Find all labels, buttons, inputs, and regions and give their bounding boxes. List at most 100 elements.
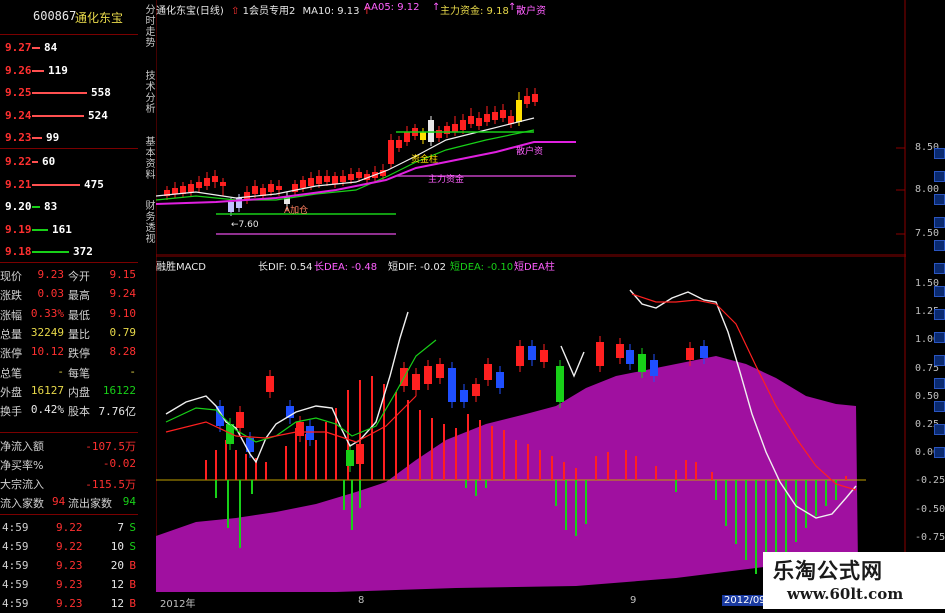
stat-value: 9.23 bbox=[37, 268, 65, 281]
order-price: 9.27 bbox=[5, 41, 32, 54]
watermark-url: www.60lt.com bbox=[787, 585, 904, 603]
price-annotation: A加仓 bbox=[284, 204, 308, 216]
order-book-buy-row[interactable]: 9.21 475 bbox=[0, 175, 138, 194]
axis-tool-button[interactable] bbox=[934, 171, 945, 182]
candle-body bbox=[396, 140, 402, 148]
order-book-sell-row[interactable]: 9.24 524 bbox=[0, 106, 138, 125]
order-book-buy-row[interactable]: 9.18 372 bbox=[0, 242, 138, 261]
axis-tool-button[interactable] bbox=[934, 332, 945, 343]
tick-row[interactable]: 4:59 9.22 10 S bbox=[0, 537, 138, 556]
macd-candle-body bbox=[448, 368, 456, 402]
price-title-arrow: ⇧ bbox=[231, 6, 240, 17]
watermark-title: 乐淘公式网 bbox=[773, 559, 883, 583]
tick-side: B bbox=[129, 559, 136, 572]
order-book-sell-row[interactable]: 9.27 84 bbox=[0, 38, 138, 57]
macd-candle-body bbox=[596, 342, 604, 366]
candle-body bbox=[340, 176, 346, 182]
area-fill bbox=[156, 356, 858, 592]
macd-axis-label: -0.25 bbox=[915, 475, 945, 487]
order-book-sell-row[interactable]: 9.26 119 bbox=[0, 61, 138, 80]
tick-volume: 12 bbox=[110, 597, 124, 610]
price-title-aa05: AA05: 9.12 bbox=[364, 2, 420, 13]
order-book-sell-row[interactable]: 9.25 558 bbox=[0, 83, 138, 102]
candle-body bbox=[404, 132, 410, 142]
candle-body bbox=[300, 180, 306, 188]
macd-candle-body bbox=[484, 364, 492, 380]
axis-tool-button[interactable] bbox=[934, 309, 945, 320]
macd-title-short-dif: 短DIF: -0.02 bbox=[388, 262, 447, 273]
flow-row: 净买率% -0.02 bbox=[0, 455, 138, 474]
tab-basic-info[interactable]: 基本资料 bbox=[140, 136, 154, 196]
tick-time: 4:59 bbox=[2, 559, 29, 572]
ma-line-green bbox=[155, 129, 535, 201]
tick-row[interactable]: 4:59 9.22 7 S bbox=[0, 518, 138, 537]
macd-candle-body bbox=[626, 350, 634, 364]
candle-body bbox=[204, 178, 210, 186]
macd-title-short-dea-bar: 短DEA柱 bbox=[514, 262, 555, 273]
stat-label: 股本 bbox=[68, 405, 90, 419]
axis-tool-button[interactable] bbox=[934, 217, 945, 228]
tab-time-sharing[interactable]: 分时走势 bbox=[140, 4, 154, 64]
order-volume: 83 bbox=[44, 200, 58, 213]
stock-name[interactable]: 通化东宝 bbox=[75, 9, 123, 26]
order-volume: 372 bbox=[73, 245, 93, 258]
tab-technical-analysis[interactable]: 技术分析 bbox=[140, 70, 154, 130]
axis-tool-button[interactable] bbox=[934, 194, 945, 205]
axis-tool-button[interactable] bbox=[934, 378, 945, 389]
flow-row: 流入家数 94 流出家数 94 bbox=[0, 493, 138, 512]
flow-value: -115.5万 bbox=[85, 478, 136, 491]
order-book-buy-row[interactable]: 9.20 83 bbox=[0, 197, 138, 216]
order-price: 9.26 bbox=[5, 63, 32, 77]
price-chart[interactable]: 资金柱 A加仓 ←7.60 主力资金 散户资 通化东宝(日线) ⇧ 1会员专用2 MA1… bbox=[155, 0, 906, 256]
long-dea-line bbox=[165, 395, 417, 443]
order-volume-bar bbox=[32, 69, 44, 72]
stat-value: 0.42% bbox=[30, 403, 64, 417]
right-axis: 8.50 8.00 7.50 1.50 1.25 1.00 0.75 0.50 0.25 0.00… bbox=[905, 0, 945, 609]
stat-row: 现价 9.23 今开 9.15 bbox=[0, 266, 138, 285]
order-book-sell-row[interactable]: 9.23 99 bbox=[0, 128, 138, 147]
order-volume-bar bbox=[32, 47, 40, 49]
order-price: 9.23 bbox=[5, 131, 32, 144]
order-volume: 524 bbox=[88, 108, 108, 122]
axis-tool-button[interactable] bbox=[934, 401, 945, 412]
stat-value: - bbox=[129, 364, 136, 378]
macd-candle-body bbox=[296, 422, 304, 436]
order-book-buy-row[interactable]: 9.22 60 bbox=[0, 152, 138, 171]
order-price: 9.21 bbox=[5, 177, 32, 191]
tick-row[interactable]: 4:59 9.23 12 B bbox=[0, 594, 138, 613]
order-price: 9.20 bbox=[5, 200, 32, 213]
macd-chart[interactable]: 融胜MACD 长DIF: 0.54 长DEA: -0.48 短DIF: -0.0… bbox=[155, 255, 906, 592]
order-volume-bar bbox=[32, 206, 40, 208]
order-volume: 558 bbox=[91, 86, 111, 99]
tick-row[interactable]: 4:59 9.23 20 B bbox=[0, 556, 138, 575]
order-volume-bar bbox=[32, 92, 87, 94]
order-book-buy-row[interactable]: 9.19 161 bbox=[0, 220, 138, 239]
axis-tool-button[interactable] bbox=[934, 424, 945, 435]
price-chart-canvas[interactable]: 资金柱 A加仓 ←7.60 主力资金 散户资 bbox=[155, 0, 906, 256]
stat-row: 总量 32249 量比 0.79 bbox=[0, 324, 138, 343]
stat-label: 涨停 bbox=[0, 347, 22, 361]
order-price: 9.19 bbox=[5, 222, 32, 236]
stock-code[interactable]: 600867 bbox=[33, 9, 76, 23]
stat-label: 涨幅 bbox=[0, 308, 22, 322]
axis-tool-button[interactable] bbox=[934, 286, 945, 297]
tab-financials[interactable]: 财务透视 bbox=[140, 200, 154, 258]
axis-tool-button[interactable] bbox=[934, 355, 945, 366]
candle-body bbox=[220, 182, 226, 186]
flow-value: 94 bbox=[122, 495, 136, 508]
axis-tool-button[interactable] bbox=[934, 148, 945, 159]
tick-volume: 20 bbox=[110, 559, 124, 572]
macd-candle-body bbox=[266, 376, 274, 392]
axis-tool-button[interactable] bbox=[934, 263, 945, 274]
axis-tool-button[interactable] bbox=[934, 447, 945, 458]
order-price: 9.18 bbox=[5, 245, 32, 258]
stat-value: 9.10 bbox=[109, 306, 137, 320]
macd-chart-canvas[interactable] bbox=[155, 255, 906, 592]
tick-row[interactable]: 4:59 9.23 12 B bbox=[0, 575, 138, 594]
candle-body bbox=[444, 126, 450, 134]
macd-candle-body bbox=[686, 348, 694, 360]
stat-label: 外盘 bbox=[0, 385, 22, 399]
stat-value: - bbox=[57, 364, 64, 378]
tick-side: S bbox=[129, 521, 136, 534]
axis-tool-button[interactable] bbox=[934, 240, 945, 251]
